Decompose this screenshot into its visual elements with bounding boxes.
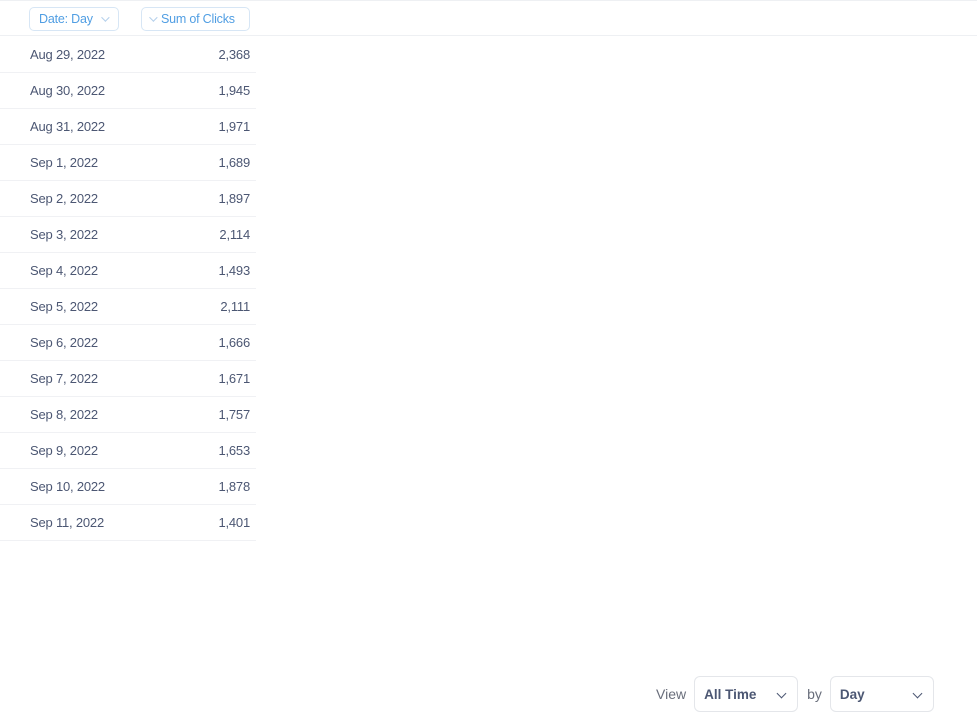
chevron-down-icon (100, 13, 110, 22)
row-clicks-value: 1,689 (218, 155, 250, 170)
table-row[interactable]: Sep 10, 2022 1,878 (0, 469, 256, 505)
table-row[interactable]: Sep 11, 2022 1,401 (0, 505, 256, 541)
row-date: Sep 2, 2022 (30, 191, 98, 206)
row-clicks-value: 1,971 (218, 119, 250, 134)
row-clicks-value: 1,493 (218, 263, 250, 278)
row-date: Sep 4, 2022 (30, 263, 98, 278)
row-date: Aug 30, 2022 (30, 83, 105, 98)
row-clicks-value: 1,653 (218, 443, 250, 458)
table-row[interactable]: Sep 7, 2022 1,671 (0, 361, 256, 397)
row-date: Sep 5, 2022 (30, 299, 98, 314)
table-body: Aug 29, 2022 2,368 Aug 30, 2022 1,945 Aug 31… (0, 37, 256, 541)
row-date: Sep 1, 2022 (30, 155, 98, 170)
row-clicks-value: 2,368 (218, 47, 250, 62)
row-clicks-value: 1,897 (218, 191, 250, 206)
row-date: Sep 9, 2022 (30, 443, 98, 458)
chevron-down-icon (149, 13, 158, 22)
row-clicks-value: 1,945 (218, 83, 250, 98)
table-row[interactable]: Aug 30, 2022 1,945 (0, 73, 256, 109)
row-date: Sep 8, 2022 (30, 407, 98, 422)
table-row[interactable]: Sep 1, 2022 1,689 (0, 145, 256, 181)
view-period-select[interactable]: All Time (694, 676, 799, 712)
table-row[interactable]: Sep 8, 2022 1,757 (0, 397, 256, 433)
row-date: Aug 31, 2022 (30, 119, 105, 134)
table-row[interactable]: Sep 9, 2022 1,653 (0, 433, 256, 469)
table-row[interactable]: Sep 5, 2022 2,111 (0, 289, 256, 325)
chevron-down-icon (912, 688, 923, 699)
column-header-sum-of-clicks[interactable]: Sum of Clicks (141, 7, 250, 31)
row-date: Sep 6, 2022 (30, 335, 98, 350)
table-row[interactable]: Aug 31, 2022 1,971 (0, 109, 256, 145)
row-clicks-value: 1,878 (218, 479, 250, 494)
chevron-down-icon (776, 688, 787, 699)
row-clicks-value: 2,111 (220, 299, 250, 314)
row-date: Sep 10, 2022 (30, 479, 105, 494)
table-row[interactable]: Sep 4, 2022 1,493 (0, 253, 256, 289)
granularity-value: Day (839, 686, 865, 702)
table-row[interactable]: Sep 2, 2022 1,897 (0, 181, 256, 217)
time-granularity-controls: View All Time by Day (656, 676, 934, 712)
column-header-date-day[interactable]: Date: Day (29, 7, 119, 31)
row-date: Sep 3, 2022 (30, 227, 98, 242)
by-label: by (807, 686, 822, 702)
table-row[interactable]: Sep 3, 2022 2,114 (0, 217, 256, 253)
table-row[interactable]: Aug 29, 2022 2,368 (0, 37, 256, 73)
view-label: View (656, 686, 687, 702)
column-header-label: Sum of Clicks (161, 12, 235, 26)
row-date: Sep 7, 2022 (30, 371, 98, 386)
column-header-label: Date: Day (39, 12, 93, 26)
row-clicks-value: 1,666 (218, 335, 250, 350)
row-clicks-value: 1,401 (218, 515, 250, 530)
row-clicks-value: 1,671 (218, 371, 250, 386)
row-date: Aug 29, 2022 (30, 47, 105, 62)
view-period-value: All Time (704, 686, 757, 702)
table-row[interactable]: Sep 6, 2022 1,666 (0, 325, 256, 361)
page: Date: Day Sum of Clicks Aug 29, 2022 2,36… (0, 0, 977, 724)
table-header: Date: Day Sum of Clicks (0, 0, 977, 36)
granularity-select[interactable]: Day (829, 676, 934, 712)
row-date: Sep 11, 2022 (30, 515, 104, 530)
row-clicks-value: 2,114 (219, 227, 250, 242)
row-clicks-value: 1,757 (218, 407, 250, 422)
